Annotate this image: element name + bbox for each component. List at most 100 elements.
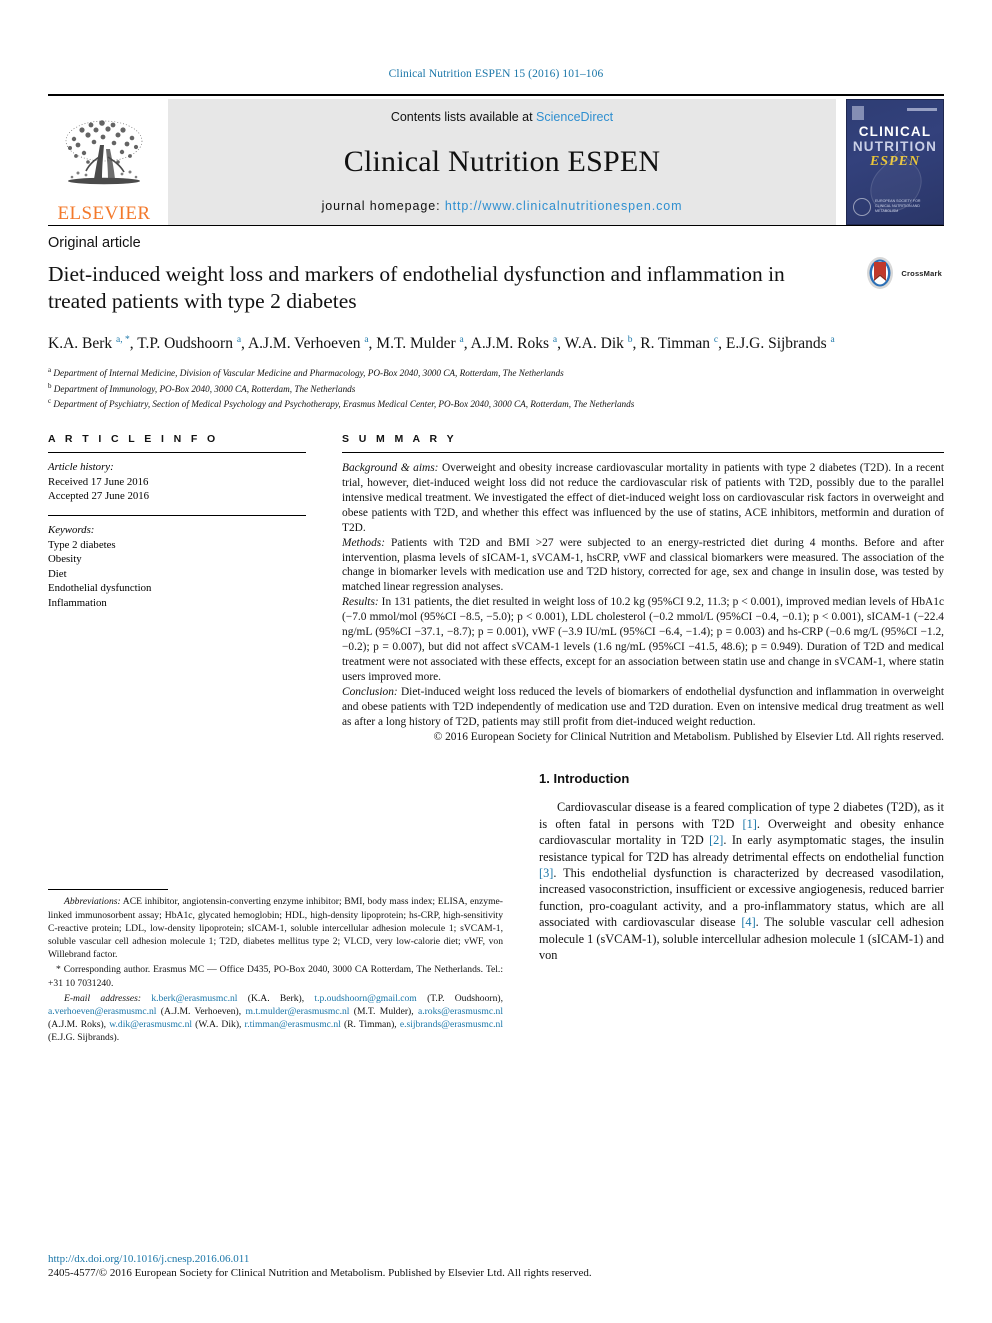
- cover-title-line2: NUTRITION: [852, 139, 938, 154]
- journal-masthead: ELSEVIER Contents lists available at Sci…: [48, 94, 944, 225]
- elsevier-wordmark: ELSEVIER: [57, 203, 151, 224]
- keyword-item: Type 2 diabetes: [48, 538, 116, 551]
- summary-copyright: © 2016 European Society for Clinical Nut…: [433, 731, 944, 744]
- summary-background-label: Background & aims:: [342, 462, 439, 475]
- corresponding-author-text: * Corresponding author. Erasmus MC — Off…: [48, 964, 503, 989]
- footnotes-column: Abbreviations: ACE inhibitor, angiotensi…: [48, 771, 503, 1046]
- article-history-label: Article history:: [48, 461, 114, 474]
- keyword-item: Diet: [48, 567, 67, 580]
- citation-link[interactable]: [1]: [742, 817, 756, 831]
- summary-background: Background & aims: Overweight and obesit…: [342, 461, 944, 536]
- crossmark-badge[interactable]: CrossMark: [863, 256, 942, 290]
- cover-society-footer: EUROPEAN SOCIETY FOR CLINICAL NUTRITION …: [875, 199, 921, 213]
- affiliations-list: a Department of Internal Medicine, Divis…: [48, 364, 944, 411]
- summary-column: S U M M A R Y Background & aims: Overwei…: [342, 433, 944, 745]
- cover-espen-emblem-icon: [853, 198, 871, 216]
- summary-conclusion-text: Diet-induced weight loss reduced the lev…: [342, 685, 944, 728]
- email-link[interactable]: m.t.mulder@erasmusmc.nl: [241, 1006, 349, 1017]
- doi-link[interactable]: http://dx.doi.org/10.1016/j.cnesp.2016.0…: [48, 1252, 948, 1266]
- affiliation-a: a Department of Internal Medicine, Divis…: [48, 366, 564, 379]
- article-info-and-summary: A R T I C L E I N F O Article history: R…: [48, 433, 944, 745]
- keywords-block: Keywords: Type 2 diabetes Obesity Diet Endo…: [48, 516, 306, 611]
- email-person: (A.J.M. Verhoeven),: [156, 1005, 242, 1017]
- keywords-label: Keywords:: [48, 523, 95, 536]
- sciencedirect-link[interactable]: ScienceDirect: [536, 110, 613, 124]
- summary-methods: Methods: Patients with T2D and BMI >27 w…: [342, 536, 944, 596]
- email-person: (T.P. Oudshoorn),: [416, 992, 503, 1004]
- cover-issue-line: [907, 108, 937, 111]
- email-link[interactable]: t.p.oudshoorn@gmail.com: [304, 993, 416, 1004]
- email-person: (K.A. Berk),: [237, 992, 305, 1004]
- elsevier-tree-icon: [65, 120, 143, 185]
- journal-homepage-link[interactable]: http://www.clinicalnutritionespen.com: [445, 199, 683, 213]
- page-footer: http://dx.doi.org/10.1016/j.cnesp.2016.0…: [48, 1252, 948, 1281]
- contents-prefix: Contents lists available at: [390, 110, 537, 124]
- article-info-heading: A R T I C L E I N F O: [48, 433, 219, 446]
- running-head: Clinical Nutrition ESPEN 15 (2016) 101–1…: [388, 68, 604, 80]
- citation-link[interactable]: [3]: [539, 866, 553, 880]
- summary-results-label: Results:: [342, 596, 379, 609]
- journal-homepage-line: journal homepage: http://www.clinicalnut…: [322, 199, 683, 213]
- email-link[interactable]: k.berk@erasmusmc.nl: [141, 993, 237, 1004]
- affiliation-marker: b: [48, 381, 52, 390]
- cover-title-line1: CLINICAL: [858, 124, 932, 139]
- summary-conclusion-label: Conclusion:: [342, 685, 398, 698]
- contents-available-line: Contents lists available at ScienceDirec…: [391, 110, 613, 124]
- affiliation-marker: c: [48, 397, 52, 406]
- footnote-rule: [48, 889, 168, 891]
- email-link[interactable]: w.dik@erasmusmc.nl: [106, 1019, 192, 1030]
- paper-page: Clinical Nutrition ESPEN 15 (2016) 101–1…: [0, 0, 992, 1323]
- keyword-item: Obesity: [48, 553, 82, 566]
- keyword-item: Inflammation: [48, 596, 107, 609]
- journal-cover-thumbnail: CLINICAL NUTRITION ESPEN EUROPEAN SOCIET…: [846, 99, 944, 225]
- email-link[interactable]: r.timman@erasmusmc.nl: [241, 1019, 341, 1030]
- affiliation-marker: a: [48, 366, 52, 375]
- summary-results: Results: In 131 patients, the diet resul…: [342, 595, 944, 684]
- introduction-column: 1. Introduction Cardiovascular disease i…: [539, 771, 944, 1046]
- summary-heading: S U M M A R Y: [342, 433, 457, 446]
- crossmark-icon: [867, 257, 894, 289]
- affiliation-b: b Department of Immunology, PO-Box 2040,…: [48, 381, 356, 394]
- author-list: K.A. Berk a, *, T.P. Oudshoorn a, A.J.M.…: [48, 335, 835, 353]
- issn-copyright-line: 2405-4577/© 2016 European Society for Cl…: [48, 1267, 592, 1279]
- homepage-prefix: journal homepage:: [321, 199, 445, 213]
- email-addresses-label: E-mail addresses:: [64, 992, 142, 1004]
- summary-methods-text: Patients with T2D and BMI >27 were subje…: [342, 536, 944, 594]
- footnotes-block: Abbreviations: ACE inhibitor, angiotensi…: [48, 895, 503, 1044]
- cover-elsevier-mark-icon: [852, 106, 864, 120]
- summary-body: Background & aims: Overweight and obesit…: [342, 453, 944, 745]
- keyword-item: Endothelial dysfunction: [48, 582, 152, 595]
- page-title: Diet-induced weight loss and markers of …: [48, 262, 785, 313]
- abbreviations-label: Abbreviations:: [64, 896, 121, 908]
- article-received-date: Received 17 June 2016: [48, 475, 149, 488]
- article-header: Original article CrossMark Diet-induced …: [48, 225, 944, 411]
- elsevier-logo: ELSEVIER: [48, 99, 160, 225]
- abbreviations-note: Abbreviations: ACE inhibitor, angiotensi…: [48, 895, 503, 961]
- crossmark-label: CrossMark: [901, 268, 942, 278]
- introduction-paragraph: Cardiovascular disease is a feared compl…: [539, 799, 944, 963]
- summary-conclusion: Conclusion: Diet-induced weight loss red…: [342, 685, 944, 730]
- email-person: (M.T. Mulder),: [349, 1005, 414, 1017]
- introduction-heading: 1. Introduction: [539, 771, 630, 787]
- email-addresses-note: E-mail addresses: k.berk@erasmusmc.nl (K…: [48, 992, 503, 1045]
- citation-link[interactable]: [2]: [709, 833, 723, 847]
- email-person: (R. Timman),: [340, 1019, 397, 1031]
- journal-title: Clinical Nutrition ESPEN: [343, 144, 661, 178]
- article-accepted-date: Accepted 27 June 2016: [48, 490, 150, 503]
- email-link[interactable]: a.verhoeven@erasmusmc.nl: [48, 1006, 156, 1017]
- email-person: (E.J.G. Sijbrands).: [48, 1032, 120, 1044]
- masthead-center: Contents lists available at ScienceDirec…: [168, 99, 836, 225]
- email-link[interactable]: e.sijbrands@erasmusmc.nl: [397, 1019, 503, 1030]
- keywords-items: Type 2 diabetes Obesity Diet Endothelial dy…: [48, 538, 306, 611]
- email-link[interactable]: a.roks@erasmusmc.nl: [414, 1006, 503, 1017]
- corresponding-author-note: * Corresponding author. Erasmus MC — Off…: [48, 963, 503, 989]
- lower-columns: Abbreviations: ACE inhibitor, angiotensi…: [48, 771, 944, 1046]
- email-person: (W.A. Dik),: [192, 1019, 242, 1031]
- citation-link[interactable]: [4]: [741, 915, 755, 929]
- article-type-label: Original article: [48, 235, 141, 251]
- email-person: (A.J.M. Roks),: [48, 1019, 107, 1031]
- article-history-block: Article history: Received 17 June 2016 A…: [48, 453, 306, 504]
- summary-results-text: In 131 patients, the diet resulted in we…: [342, 596, 944, 683]
- summary-methods-label: Methods:: [342, 536, 386, 549]
- affiliation-c: c Department of Psychiatry, Section of M…: [48, 397, 635, 410]
